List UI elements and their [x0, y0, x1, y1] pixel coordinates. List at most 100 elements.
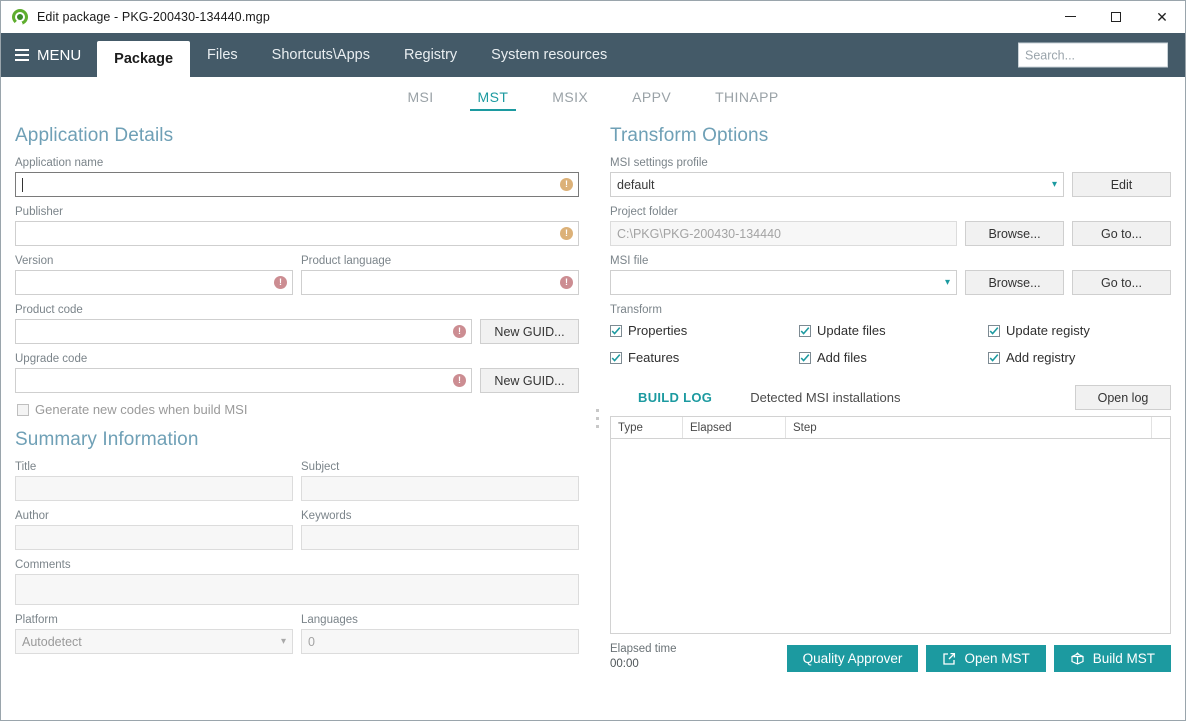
open-mst-label: Open MST [964, 651, 1030, 666]
application-name-input[interactable] [23, 173, 560, 196]
column-header-spacer [1152, 417, 1170, 438]
languages-input[interactable] [302, 630, 578, 653]
product-language-group: Product language ! [301, 255, 579, 295]
author-field[interactable] [15, 525, 293, 550]
minimize-button[interactable] [1047, 1, 1093, 32]
platform-languages-row: Platform Autodetect ▾ Languages [15, 614, 579, 663]
warning-icon: ! [560, 178, 573, 191]
search-box[interactable] [1018, 42, 1186, 68]
menu-button[interactable]: MENU [1, 33, 97, 77]
subtab-msix[interactable]: MSIX [530, 89, 610, 111]
upgrade-code-label: Upgrade code [15, 353, 88, 365]
comments-field[interactable] [15, 574, 579, 605]
open-mst-button[interactable]: Open MST [926, 645, 1046, 672]
build-log-table-body [611, 439, 1170, 633]
search-input[interactable] [1019, 43, 1186, 67]
checkbox-label: Update files [817, 323, 886, 338]
checkbox-update-registy[interactable]: Update registy [988, 323, 1171, 338]
publisher-input[interactable] [16, 222, 560, 245]
checkbox-add-registry[interactable]: Add registry [988, 350, 1171, 365]
summary-information-heading: Summary Information [15, 429, 199, 450]
product-language-field[interactable]: ! [301, 270, 579, 295]
version-input[interactable] [16, 271, 274, 294]
msi-file-group: MSI file ▾ Browse... Go to... [610, 255, 1171, 295]
keywords-label: Keywords [301, 510, 352, 522]
tab-package[interactable]: Package [97, 41, 191, 77]
languages-group: Languages [301, 614, 579, 654]
build-mst-button[interactable]: Build MST [1053, 645, 1171, 672]
application-details-pane: Application Details Application name ! P… [1, 111, 593, 720]
version-field[interactable]: ! [15, 270, 293, 295]
tab-build-log[interactable]: BUILD LOG [628, 390, 722, 405]
platform-select[interactable]: Autodetect ▾ [15, 629, 293, 654]
keywords-input[interactable] [302, 526, 578, 549]
project-folder-browse-button[interactable]: Browse... [965, 221, 1064, 246]
tab-registry[interactable]: Registry [387, 33, 474, 77]
subject-field[interactable] [301, 476, 579, 501]
upgrade-code-input[interactable] [16, 369, 453, 392]
checkbox-add-files[interactable]: Add files [799, 350, 988, 365]
tab-files[interactable]: Files [190, 33, 255, 77]
warning-icon: ! [560, 227, 573, 240]
product-language-input[interactable] [302, 271, 560, 294]
menu-button-label: MENU [37, 46, 82, 64]
title-bar: Edit package - PKG-200430-134440.mgp ✕ [1, 1, 1185, 33]
msi-file-goto-button[interactable]: Go to... [1072, 270, 1171, 295]
subtab-mst[interactable]: MST [456, 89, 531, 111]
subtab-thinapp[interactable]: THINAPP [693, 89, 800, 111]
column-header-elapsed[interactable]: Elapsed [683, 417, 786, 438]
application-details-heading: Application Details [15, 125, 174, 146]
keywords-field[interactable] [301, 525, 579, 550]
tab-shortcuts-apps[interactable]: Shortcuts\Apps [255, 33, 387, 77]
checkbox-box [988, 324, 1000, 337]
edit-profile-button[interactable]: Edit [1072, 172, 1171, 197]
msi-settings-profile-select[interactable]: default ▾ [610, 172, 1064, 197]
author-input[interactable] [16, 526, 292, 549]
footer-bar: Elapsed time 00:00 Quality Approver Open… [602, 642, 1171, 672]
publisher-field[interactable]: ! [15, 221, 579, 246]
quality-approver-button[interactable]: Quality Approver [786, 645, 919, 672]
project-folder-goto-button[interactable]: Go to... [1072, 221, 1171, 246]
close-button[interactable]: ✕ [1139, 1, 1185, 32]
msi-file-select[interactable]: ▾ [610, 270, 957, 295]
build-log-table: Type Elapsed Step [610, 416, 1171, 634]
subtab-msi[interactable]: MSI [385, 89, 455, 111]
generate-new-codes-checkbox[interactable]: Generate new codes when build MSI [17, 402, 579, 417]
msi-settings-profile-row: default ▾ Edit [610, 172, 1171, 197]
upgrade-code-field[interactable]: ! [15, 368, 472, 393]
upgrade-code-row: ! New GUID... [15, 368, 579, 393]
title-subject-row: Title Subject [15, 461, 579, 510]
author-keywords-row: Author Keywords [15, 510, 579, 559]
product-code-input[interactable] [16, 320, 453, 343]
subtab-appv[interactable]: APPV [610, 89, 693, 111]
title-field[interactable] [15, 476, 293, 501]
checkbox-update-files[interactable]: Update files [799, 323, 988, 338]
msi-settings-profile-group: MSI settings profile default ▾ Edit [610, 157, 1171, 197]
subject-input[interactable] [302, 477, 578, 500]
application-name-field[interactable]: ! [15, 172, 579, 197]
tab-detected-msi-installations[interactable]: Detected MSI installations [740, 390, 910, 405]
project-folder-input[interactable] [611, 222, 956, 245]
error-icon: ! [560, 276, 573, 289]
project-folder-field[interactable] [610, 221, 957, 246]
action-buttons: Quality Approver Open MST Build MST [786, 645, 1171, 672]
column-header-type[interactable]: Type [611, 417, 683, 438]
checkbox-properties[interactable]: Properties [610, 323, 799, 338]
project-folder-group: Project folder Browse... Go to... [610, 206, 1171, 246]
maximize-button[interactable] [1093, 1, 1139, 32]
column-header-step[interactable]: Step [786, 417, 1152, 438]
tab-system-resources[interactable]: System resources [474, 33, 624, 77]
checkbox-box [17, 403, 29, 416]
msi-file-browse-button[interactable]: Browse... [965, 270, 1064, 295]
product-code-new-guid-button[interactable]: New GUID... [480, 319, 579, 344]
error-icon: ! [453, 374, 466, 387]
languages-field[interactable] [301, 629, 579, 654]
open-log-button[interactable]: Open log [1075, 385, 1171, 410]
msi-settings-profile-value: default [617, 177, 655, 192]
title-input[interactable] [16, 477, 292, 500]
checkbox-features[interactable]: Features [610, 350, 799, 365]
product-code-field[interactable]: ! [15, 319, 472, 344]
pane-splitter[interactable] [593, 111, 602, 720]
upgrade-code-new-guid-button[interactable]: New GUID... [480, 368, 579, 393]
transform-options-pane: Transform Options MSI settings profile d… [602, 111, 1185, 720]
